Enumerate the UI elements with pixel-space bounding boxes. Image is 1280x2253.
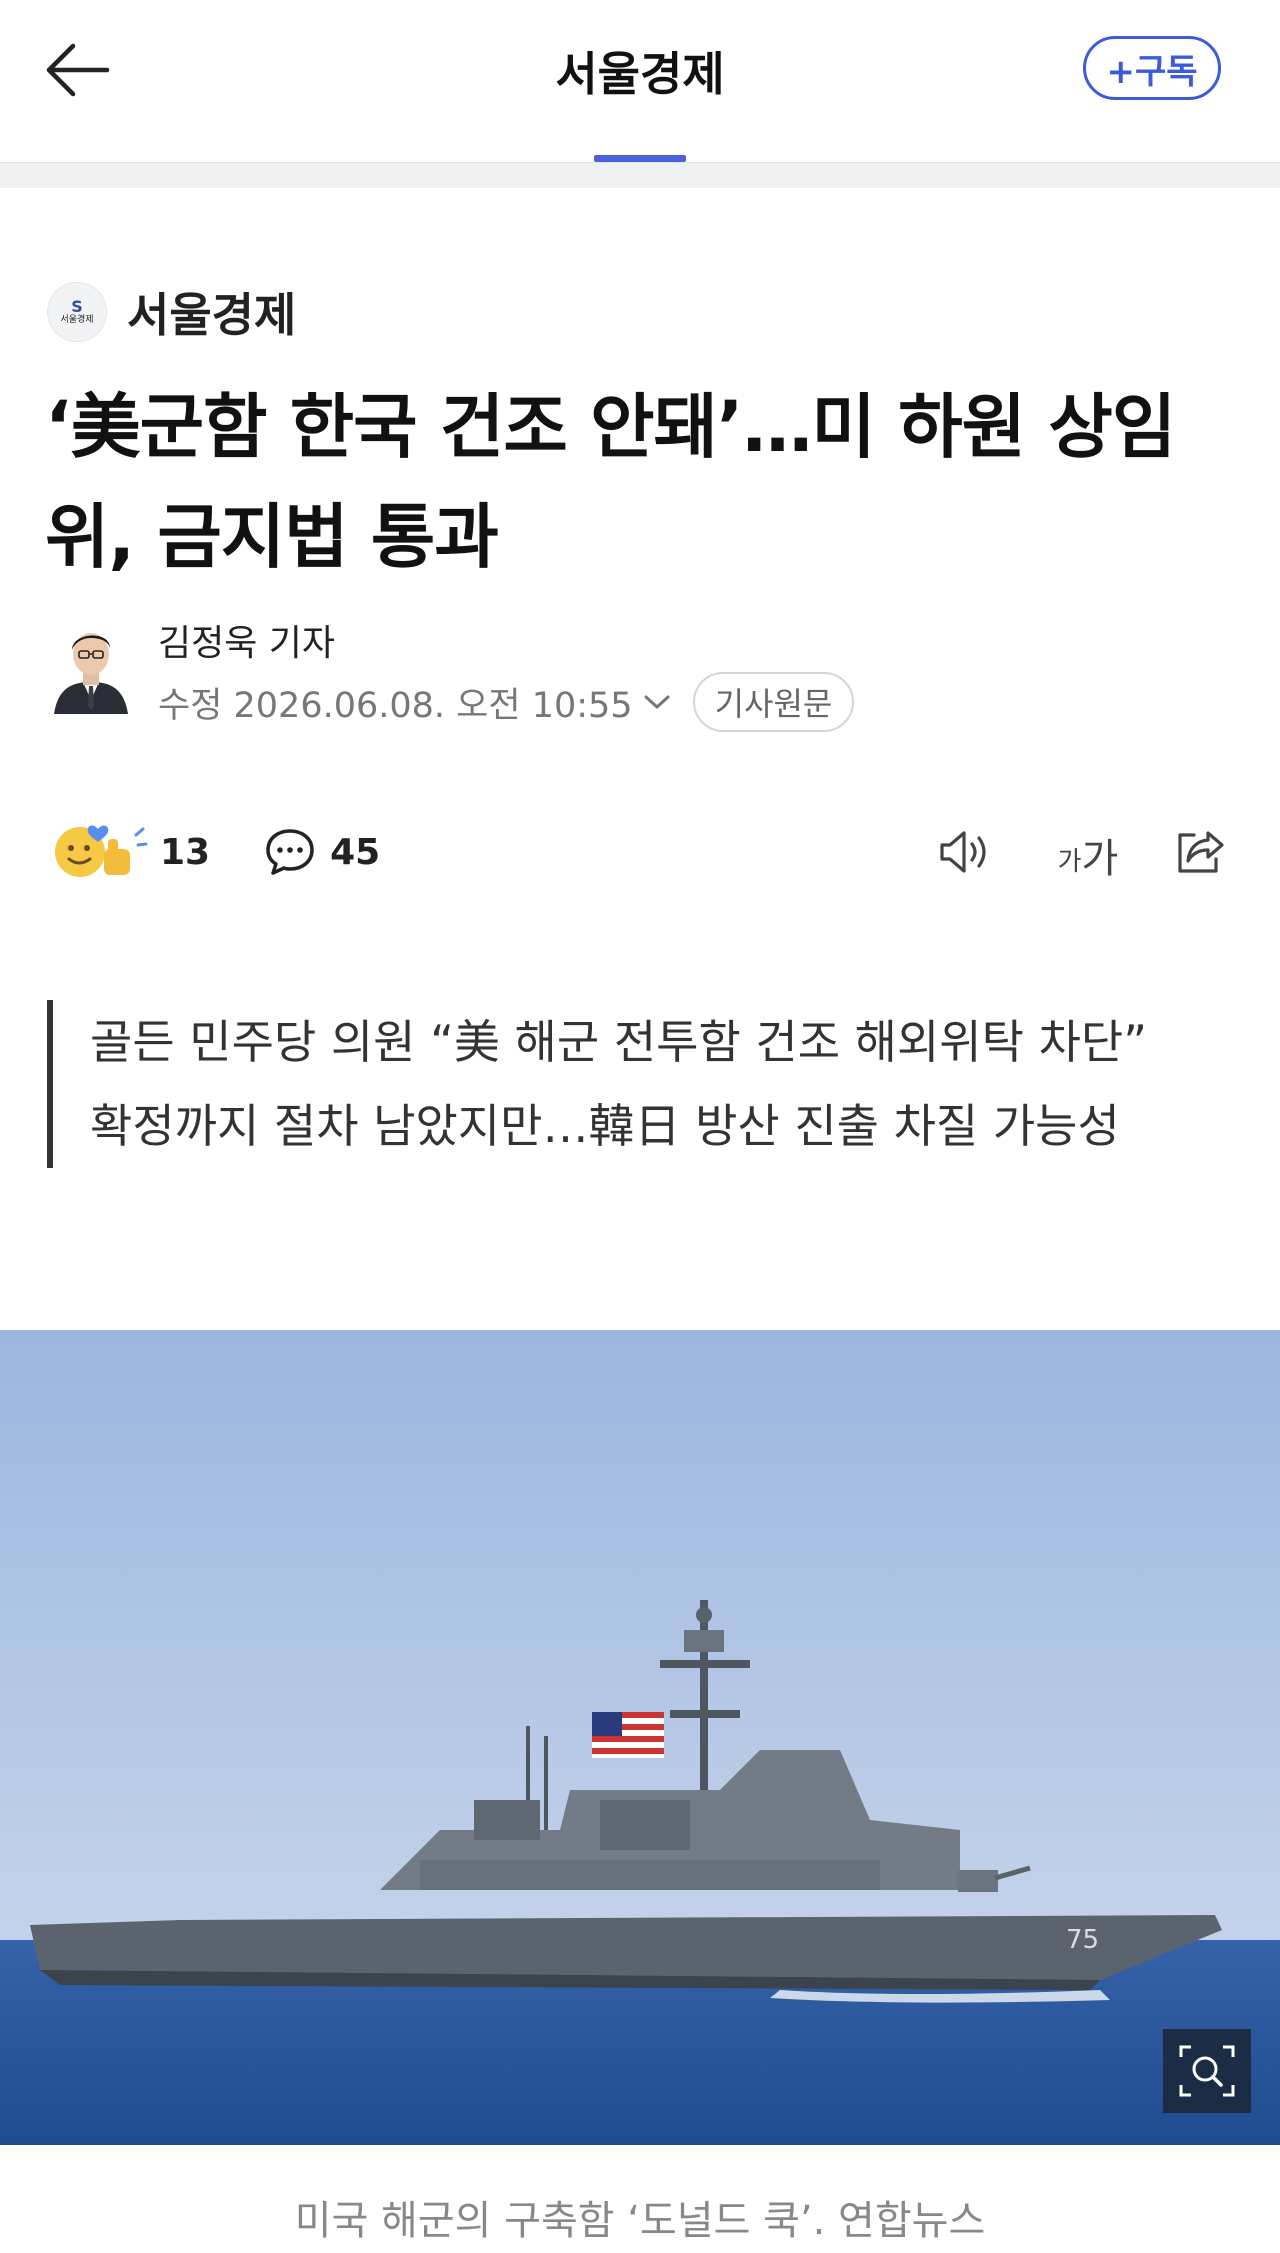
comment-count: 45 <box>330 831 381 873</box>
author-name[interactable]: 김정욱 기자 <box>158 614 335 666</box>
speaker-icon <box>940 831 986 873</box>
article-headline: ‘美군함 한국 건조 안돼’…미 하원 상임위, 금지법 통과 <box>45 386 1176 578</box>
share-button[interactable] <box>1168 820 1232 884</box>
press-name: 서울경제 <box>127 288 297 342</box>
us-flag-icon <box>592 1712 664 1758</box>
subscribe-button[interactable]: +구독 <box>1083 36 1221 100</box>
chevron-down-icon[interactable] <box>643 692 671 712</box>
article-meta: 수정 2026.06.08. 오전 10:55 기사원문 <box>158 672 855 732</box>
author-avatar[interactable] <box>50 614 132 714</box>
comment-button[interactable]: 45 <box>264 827 380 877</box>
summary-line-2: 확정까지 절차 남았지만…韓日 방산 진출 차질 가능성 <box>90 1099 1120 1153</box>
font-size-big-label: 가 <box>1081 836 1119 882</box>
zoom-search-icon <box>1179 2045 1235 2097</box>
summary-line-1: 골든 민주당 의원 “美 해군 전투함 건조 해외위탁 차단” <box>90 1015 1148 1069</box>
top-bar: 서울경제 +구독 <box>0 0 1280 162</box>
zoom-button[interactable] <box>1163 2029 1251 2113</box>
tab-indicator <box>594 155 686 162</box>
press-row[interactable]: S 서울경제 서울경제 <box>47 280 296 344</box>
reaction-count: 13 <box>160 831 211 873</box>
timestamp: 수정 2026.06.08. 오전 10:55 <box>158 685 633 726</box>
arrow-left-icon <box>46 43 110 97</box>
press-logo: S 서울경제 <box>47 282 107 342</box>
back-button[interactable] <box>38 30 118 110</box>
font-size-button[interactable]: 가 가 <box>1050 820 1126 884</box>
article-photo[interactable]: 75 <box>0 1330 1280 2145</box>
photo-caption: 미국 해군의 구축함 ‘도널드 쿡’. 연합뉴스 <box>294 2198 986 2244</box>
font-size-small-label: 가 <box>1057 847 1082 877</box>
listen-button[interactable] <box>934 820 998 884</box>
emoji-reaction-icon[interactable] <box>50 819 148 885</box>
share-icon <box>1178 831 1224 873</box>
speech-bubble-icon <box>266 829 314 875</box>
article-summary: 골든 민주당 의원 “美 해군 전투함 건조 해외위탁 차단” 확정까지 절차 … <box>47 1000 1227 1168</box>
hull-number: 75 <box>1066 1925 1099 1955</box>
reaction-row: 13 45 <box>50 820 380 884</box>
original-article-button[interactable]: 기사원문 <box>692 672 855 732</box>
section-divider <box>0 162 1280 188</box>
